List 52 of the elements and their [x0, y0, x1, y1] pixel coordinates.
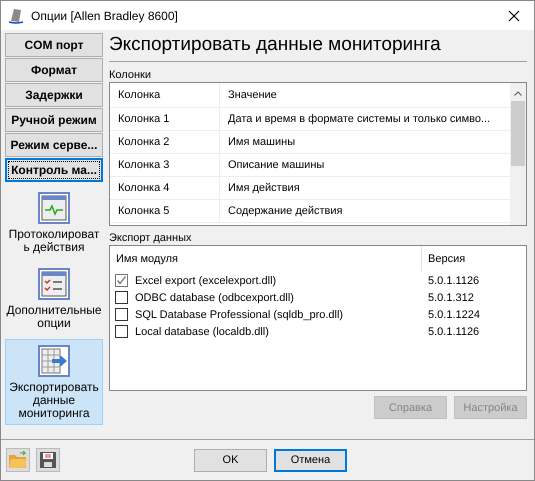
nav-label: Протоколироват ь действия	[8, 228, 100, 254]
nav-item[interactable]: Протоколироват ь действия	[5, 187, 103, 258]
nav-label: Дополнительные опции	[6, 304, 102, 330]
module-name: Excel export (excelexport.dll)	[135, 274, 278, 286]
section-label: Колонки	[109, 68, 152, 82]
module-version: 5.0.1.312	[427, 292, 475, 304]
column-header[interactable]: Колонка	[110, 83, 220, 107]
checkbox[interactable]	[115, 274, 128, 287]
module-name: ODBC database (odbcexport.dll)	[135, 292, 295, 304]
column-header[interactable]: Значение	[220, 89, 277, 101]
save-button[interactable]	[36, 448, 60, 472]
dialog-button[interactable]: Отмена	[274, 448, 347, 472]
table-cell: Колонка 3	[110, 154, 220, 176]
page-heading: Экспортировать данные мониторинга	[109, 33, 442, 57]
category-button[interactable]: Задержки	[5, 83, 103, 107]
table-cell: Колонка 1	[110, 108, 220, 130]
table-cell: Колонка 2	[110, 131, 220, 153]
app-icon	[7, 6, 25, 24]
table-export-icon	[38, 345, 70, 377]
column-header[interactable]: Имя модуля	[110, 246, 422, 271]
checkbox[interactable]	[115, 291, 128, 304]
table-cell-text: Имя действия	[227, 182, 300, 194]
nav-label: Экспортировать данные мониторинга	[8, 381, 100, 420]
table-cell-text: Описание машины	[227, 159, 324, 171]
scrollbar[interactable]	[510, 83, 526, 225]
activity-window-icon	[38, 192, 70, 224]
table-cell-text: Имя машины	[227, 136, 296, 148]
table-cell: Колонка 5	[110, 200, 220, 222]
table-cell: Колонка 4	[110, 177, 220, 199]
module-version: 5.0.1.1224	[427, 308, 481, 320]
column-header[interactable]: Версия	[422, 252, 526, 264]
category-button[interactable]: Формат	[5, 58, 103, 82]
module-version: 5.0.1.1126	[427, 274, 480, 286]
category-button[interactable]: COM порт	[5, 33, 103, 57]
table-cell-text: Дата и время в формате системы и только симво...	[227, 113, 490, 125]
window-title: Опции [Allen Bradley 8600]	[31, 8, 179, 22]
module-name: Local database (localdb.dll)	[135, 326, 270, 338]
nav-item[interactable]: Экспортировать данные мониторинга	[5, 339, 103, 425]
category-button[interactable]: Режим серве...	[5, 133, 103, 157]
table-cell-text: Содержание действия	[227, 205, 343, 217]
module-version: 5.0.1.1126	[427, 326, 480, 338]
dialog-button[interactable]: OK	[194, 448, 267, 472]
section-label: Экспорт данных	[109, 231, 192, 245]
category-button[interactable]: Ручной режим	[5, 108, 103, 132]
checkbox[interactable]	[115, 325, 128, 338]
scroll-up-icon[interactable]	[514, 91, 522, 96]
checkbox[interactable]	[115, 308, 128, 321]
module-name: SQL Database Professional (sqldb_pro.dll)	[135, 308, 344, 320]
checklist-icon	[38, 268, 70, 300]
close-icon[interactable]	[508, 10, 520, 22]
nav-item[interactable]: Дополнительные опции	[5, 263, 103, 334]
category-button[interactable]: Контроль ма...	[5, 158, 103, 182]
